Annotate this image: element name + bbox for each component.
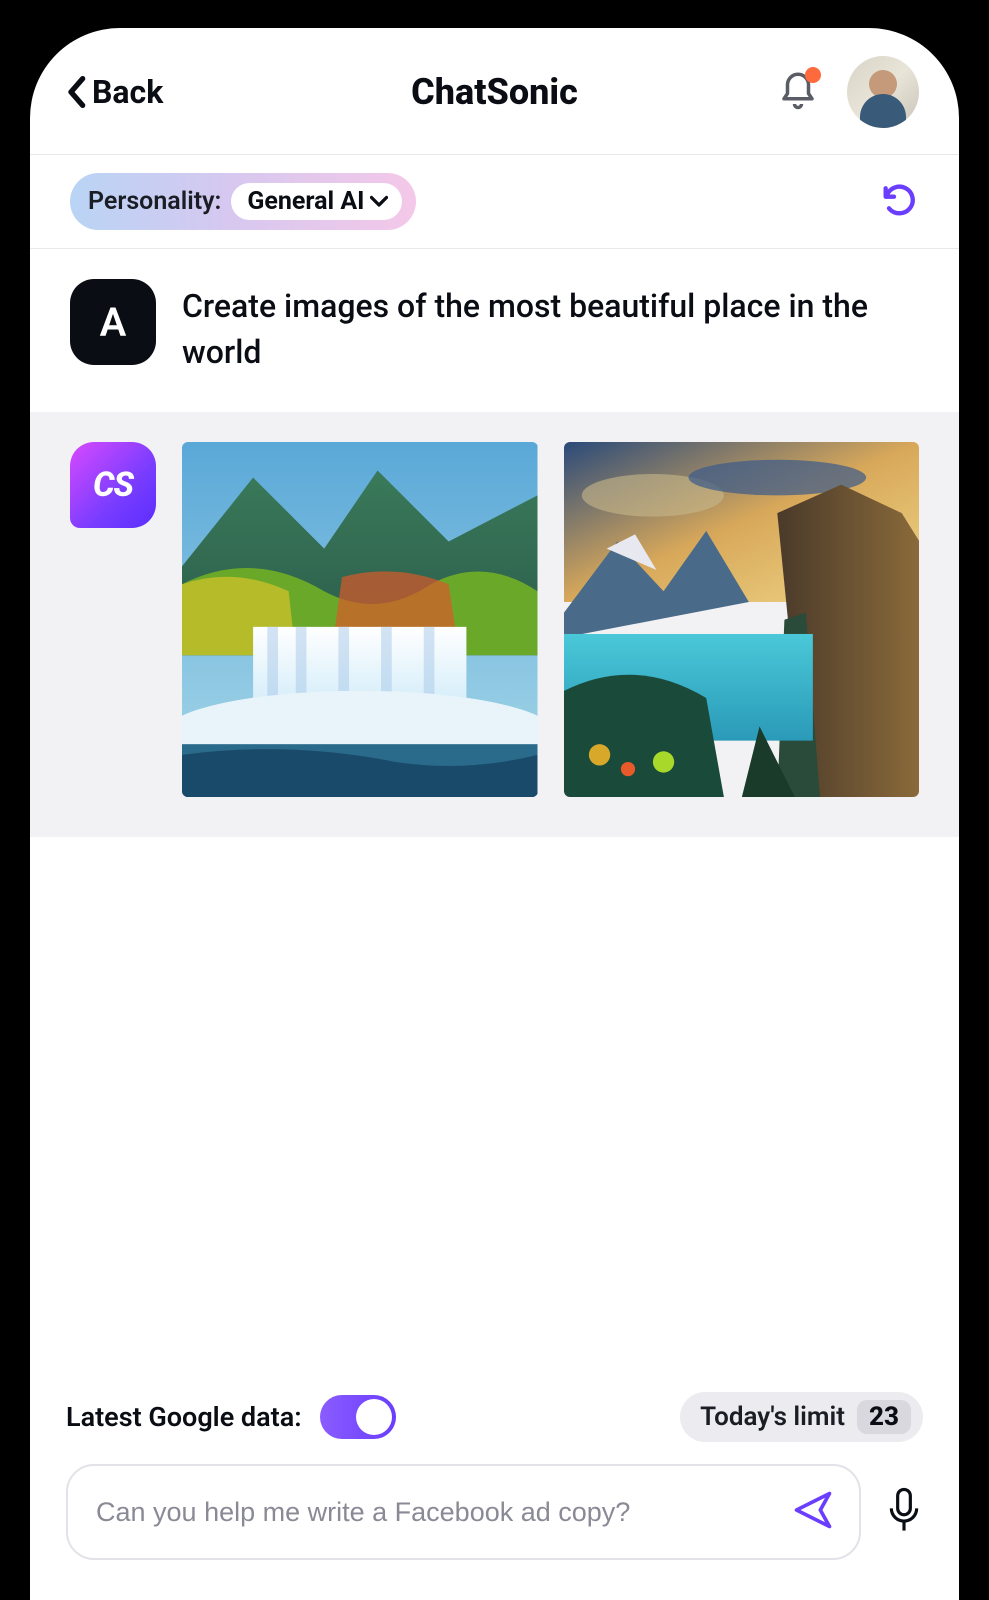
personality-selector[interactable]: Personality: General AI [70,173,416,230]
bot-message: CS [30,412,959,838]
landscape-lake-cliff-icon [564,442,920,798]
user-avatar-initial: A [100,299,127,346]
send-icon [791,1488,835,1532]
generated-images [182,442,919,798]
generated-image-2[interactable] [564,442,920,798]
personality-value-chip: General AI [231,183,402,220]
bot-avatar-label: CS [93,465,133,505]
chevron-left-icon [66,75,86,109]
microphone-icon [885,1486,923,1534]
composer: Latest Google data: Today's limit 23 [30,1392,959,1600]
landscape-waterfall-icon [182,442,538,798]
header: Back ChatSonic [30,28,959,155]
notification-dot-icon [805,67,821,83]
send-button[interactable] [791,1488,835,1536]
message-input-box [66,1464,861,1560]
page-title: ChatSonic [411,71,578,113]
bot-avatar: CS [70,442,156,528]
user-message-text: Create images of the most beautiful plac… [182,279,919,376]
chat-thread: A Create images of the most beautiful pl… [30,249,959,1392]
usage-limit-chip[interactable]: Today's limit 23 [680,1392,923,1442]
generated-image-1[interactable] [182,442,538,798]
personality-value: General AI [247,187,364,216]
header-actions [777,56,919,128]
google-data-toggle[interactable] [320,1395,396,1439]
message-input[interactable] [96,1497,791,1528]
chevron-down-icon [370,195,388,209]
google-data-row: Latest Google data: [66,1395,396,1439]
usage-limit-label: Today's limit [700,1402,845,1432]
profile-avatar[interactable] [847,56,919,128]
composer-options: Latest Google data: Today's limit 23 [66,1392,923,1442]
voice-input-button[interactable] [885,1486,923,1538]
back-button[interactable]: Back [66,73,163,111]
back-label: Back [92,73,163,111]
google-data-label: Latest Google data: [66,1401,302,1433]
reset-button[interactable] [879,180,919,224]
personality-label: Personality: [88,187,221,216]
usage-limit-value: 23 [857,1400,911,1434]
personality-bar: Personality: General AI [30,155,959,249]
user-message: A Create images of the most beautiful pl… [30,249,959,412]
notifications-button[interactable] [777,69,819,115]
input-row [66,1464,923,1560]
reset-icon [879,180,919,220]
user-avatar: A [70,279,156,365]
app-frame: Back ChatSonic Personality: General AI [30,28,959,1600]
